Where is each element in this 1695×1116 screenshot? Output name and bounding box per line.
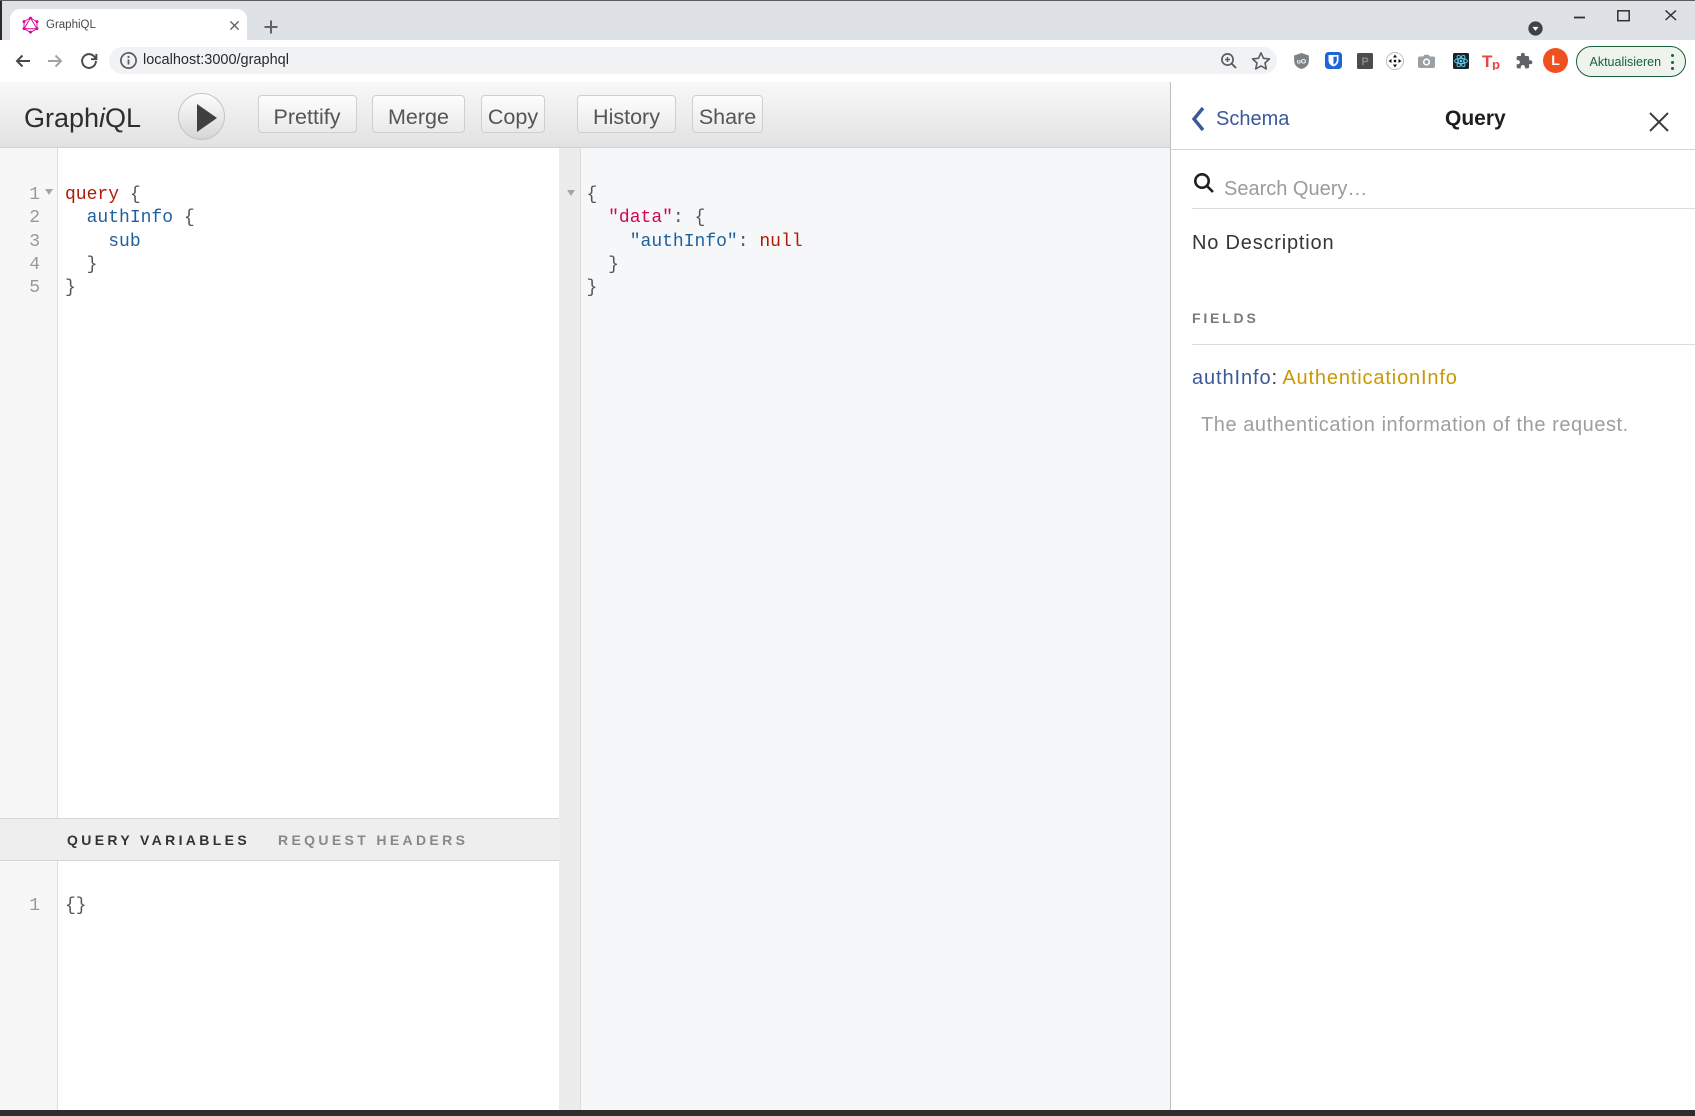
svg-text:P: P — [1361, 56, 1368, 68]
svg-text:p: p — [1492, 57, 1500, 70]
svg-text:uO: uO — [1297, 58, 1306, 65]
